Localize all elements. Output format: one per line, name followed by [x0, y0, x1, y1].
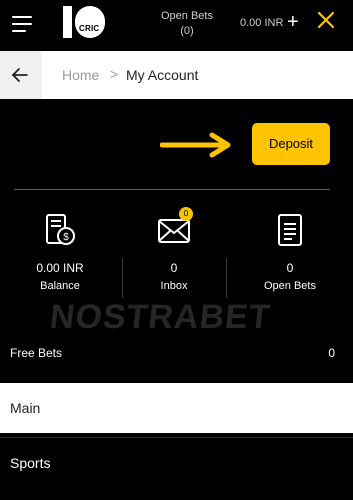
brand-logo[interactable]: CRIC: [63, 6, 105, 40]
svg-text:$: $: [63, 232, 69, 243]
divider: [14, 189, 330, 190]
menu-icon[interactable]: [12, 16, 32, 32]
stat-divider: [226, 258, 227, 298]
deposit-button[interactable]: Deposit: [252, 123, 330, 165]
balance-stat[interactable]: $ 0.00 INR Balance: [10, 212, 110, 293]
back-button[interactable]: [0, 51, 42, 99]
breadcrumb-current: My Account: [126, 67, 199, 83]
balance-label: Balance: [40, 280, 80, 292]
open-bets-stat[interactable]: 0 Open Bets: [240, 212, 340, 293]
open-bets-label: Open Bets: [264, 280, 316, 292]
inbox-badge: 0: [179, 207, 193, 221]
breadcrumb-home-link[interactable]: Home: [62, 67, 99, 83]
inbox-stat[interactable]: 0 0 Inbox: [124, 207, 224, 293]
close-icon[interactable]: [316, 10, 336, 30]
arrow-right-icon: [160, 132, 231, 158]
breadcrumb: Home > My Account: [0, 51, 353, 99]
wallet-coin-icon: $: [46, 214, 75, 245]
balance-value: 0.00 INR: [36, 261, 84, 275]
free-bets-value: 0: [328, 346, 335, 360]
top-bar: CRIC Open Bets (0) 0.00 INR +: [0, 0, 353, 50]
stat-divider: [122, 258, 123, 298]
open-bets-header-count: (0): [180, 25, 194, 37]
open-bets-header-label: Open Bets: [161, 10, 213, 22]
header-balance: 0.00 INR: [240, 17, 284, 29]
free-bets-label: Free Bets: [10, 346, 63, 360]
menu-item-main[interactable]: Main: [0, 383, 353, 433]
open-bets-value: 0: [286, 261, 294, 275]
breadcrumb-separator: >: [110, 66, 119, 82]
back-arrow-icon: [12, 68, 28, 82]
open-bets-header-button[interactable]: Open Bets (0): [150, 9, 224, 39]
plus-icon[interactable]: +: [287, 12, 299, 32]
inbox-value: 0: [170, 261, 178, 275]
menu-item-sports[interactable]: Sports: [0, 437, 353, 487]
inbox-label: Inbox: [160, 280, 188, 292]
betslip-icon: [278, 214, 302, 246]
watermark: NOSTRABET: [48, 298, 273, 336]
logo-text: CRIC: [79, 24, 100, 33]
